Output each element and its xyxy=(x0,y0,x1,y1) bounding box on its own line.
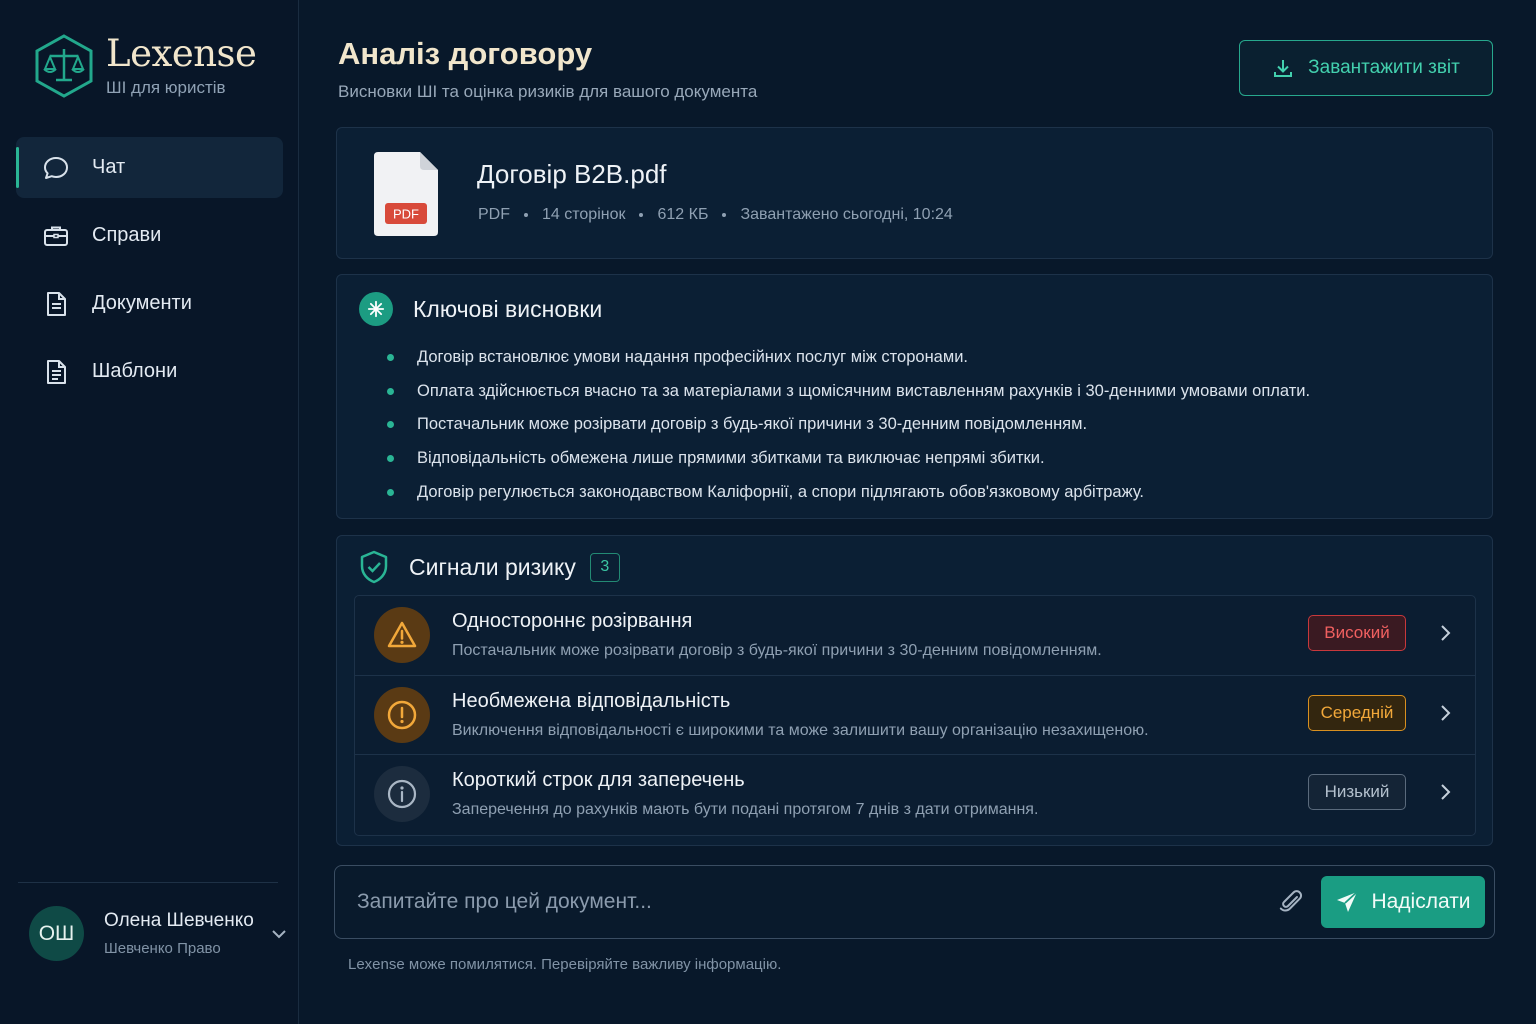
bullet-icon xyxy=(387,387,394,395)
send-arrow-icon xyxy=(1337,891,1359,912)
key-findings-header: Ключові висновки xyxy=(359,292,602,326)
list-item: Відповідальність обмежена лише прямими з… xyxy=(387,442,1310,476)
user-menu[interactable]: ОШ Олена Шевченко Шевченко Право xyxy=(29,906,289,961)
scales-logo-icon xyxy=(35,34,93,98)
exclamation-circle-icon xyxy=(374,686,430,743)
risk-title: Короткий строк для заперечень xyxy=(452,769,745,791)
sidebar-item-label: Шаблони xyxy=(92,360,178,382)
document-icon xyxy=(42,290,70,318)
sidebar-nav: Чат Справи Документи Шаблони xyxy=(16,137,283,409)
warning-triangle-icon xyxy=(374,607,430,663)
finding-text: Постачальник може розірвати договір з бу… xyxy=(417,415,1088,434)
template-icon xyxy=(42,358,70,386)
chevron-right-icon[interactable] xyxy=(1435,782,1455,802)
chevron-down-icon[interactable] xyxy=(269,924,289,944)
risk-title: Одностороннє розірвання xyxy=(452,610,693,632)
severity-badge-low: Низький xyxy=(1308,774,1406,810)
file-size: 612 КБ xyxy=(657,206,709,223)
file-uploaded: Завантажено сьогодні, 10:24 xyxy=(740,206,953,223)
risk-signals-card: Сигнали ризику 3 Одностороннє розірвання… xyxy=(336,535,1493,846)
file-type: PDF xyxy=(478,206,510,223)
chevron-right-icon[interactable] xyxy=(1435,703,1455,723)
brand[interactable]: Lexense ШІ для юристів xyxy=(34,31,257,98)
bullet-icon xyxy=(387,488,394,496)
risk-count-badge: 3 xyxy=(589,552,620,582)
sidebar-item-label: Справи xyxy=(92,224,162,246)
download-report-label: Завантажити звіт xyxy=(1308,57,1460,78)
separator-dot xyxy=(722,213,727,217)
list-item: Договір регулюється законодавством Каліф… xyxy=(387,475,1310,509)
avatar: ОШ xyxy=(29,906,84,961)
send-label: Надіслати xyxy=(1371,890,1471,913)
file-meta: PDF 14 сторінок 612 КБ Завантажено сього… xyxy=(478,206,953,224)
key-findings-card: Ключові висновки Договір встановлює умов… xyxy=(336,274,1493,519)
finding-text: Відповідальність обмежена лише прямими з… xyxy=(417,449,1045,468)
risk-row-short-objection-period[interactable]: Короткий строк для заперечень Запереченн… xyxy=(355,755,1475,835)
finding-text: Оплата здійснюється вчасно та за матеріа… xyxy=(417,381,1311,400)
chat-input[interactable] xyxy=(357,880,1257,924)
send-button[interactable]: Надіслати xyxy=(1321,876,1485,928)
bullet-icon xyxy=(387,455,394,463)
risk-list: Одностороннє розірвання Постачальник мож… xyxy=(354,595,1476,836)
file-pages: 14 сторінок xyxy=(542,206,626,223)
chat-composer: Надіслати xyxy=(334,865,1495,939)
list-item: Оплата здійснюється вчасно та за матеріа… xyxy=(387,375,1310,409)
sidebar-item-label: Чат xyxy=(92,156,126,178)
divider xyxy=(18,882,278,883)
severity-badge-medium: Середній xyxy=(1308,694,1406,731)
separator-dot xyxy=(639,213,644,217)
chevron-right-icon[interactable] xyxy=(1435,623,1455,643)
sidebar-item-chat[interactable]: Чат xyxy=(16,137,283,198)
download-icon xyxy=(1274,60,1293,77)
chat-bubble-icon xyxy=(42,154,70,182)
brand-name: Lexense xyxy=(106,31,257,75)
user-org: Шевченко Право xyxy=(104,940,221,957)
sidebar-item-templates[interactable]: Шаблони xyxy=(16,341,283,402)
pdf-badge-text: PDF xyxy=(393,207,419,222)
file-name: Договір B2B.pdf xyxy=(477,159,667,189)
risk-row-unilateral-termination[interactable]: Одностороннє розірвання Постачальник мож… xyxy=(355,596,1475,676)
sidebar-item-label: Документи xyxy=(92,292,192,314)
key-findings-title: Ключові висновки xyxy=(413,295,603,322)
list-item: Постачальник може розірвати договір з бу… xyxy=(387,408,1310,442)
briefcase-icon xyxy=(42,222,70,250)
finding-text: Договір регулюється законодавством Каліф… xyxy=(417,482,1145,501)
risk-signals-header: Сигнали ризику 3 xyxy=(359,550,620,584)
shield-check-icon xyxy=(360,550,388,584)
risk-title: Необмежена відповідальність xyxy=(452,689,731,712)
sidebar-item-cases[interactable]: Справи xyxy=(16,205,283,266)
key-findings-list: Договір встановлює умови надання професі… xyxy=(387,341,1310,509)
page-subtitle: Висновки ШІ та оцінка ризиків для вашого… xyxy=(338,82,758,101)
file-card: PDF Договір B2B.pdf PDF 14 сторінок 612 … xyxy=(336,127,1493,259)
disclaimer-text: Lexense може помилятися. Перевіряйте важ… xyxy=(348,956,782,973)
paperclip-icon[interactable] xyxy=(1277,888,1305,916)
download-report-button[interactable]: Завантажити звіт xyxy=(1239,40,1493,96)
risk-description: Виключення відповідальності є широкими т… xyxy=(452,721,1149,739)
sparkle-icon xyxy=(359,292,393,326)
risk-signals-title: Сигнали ризику xyxy=(409,553,576,580)
info-circle-icon xyxy=(374,766,430,822)
sidebar-item-documents[interactable]: Документи xyxy=(16,273,283,334)
user-name: Олена Шевченко xyxy=(104,910,254,931)
page-title: Аналіз договору xyxy=(338,36,593,71)
sidebar: Lexense ШІ для юристів Чат Справи Докуме… xyxy=(0,0,299,1024)
risk-description: Постачальник може розірвати договір з бу… xyxy=(452,642,1102,659)
separator-dot xyxy=(524,213,528,217)
severity-badge-high: Високий xyxy=(1308,615,1406,651)
list-item: Договір встановлює умови надання професі… xyxy=(387,341,1310,375)
risk-row-unlimited-liability[interactable]: Необмежена відповідальність Виключення в… xyxy=(355,676,1475,755)
risk-description: Заперечення до рахунків мають бути подан… xyxy=(452,801,1039,818)
bullet-icon xyxy=(387,354,394,362)
brand-tagline: ШІ для юристів xyxy=(106,77,226,97)
pdf-file-icon: PDF xyxy=(374,152,438,236)
bullet-icon xyxy=(387,421,394,429)
finding-text: Договір встановлює умови надання професі… xyxy=(417,348,969,367)
